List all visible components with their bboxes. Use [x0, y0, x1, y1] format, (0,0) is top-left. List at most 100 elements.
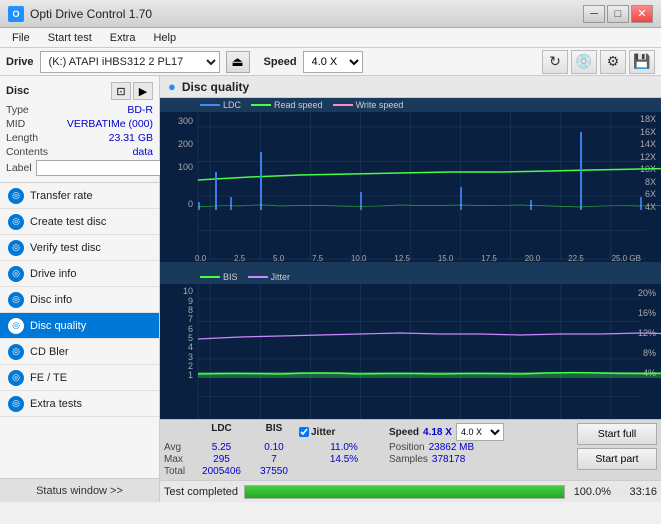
minimize-button[interactable]: ─ [583, 5, 605, 23]
maximize-button[interactable]: □ [607, 5, 629, 23]
col-header-jitter: Jitter [311, 427, 335, 438]
disc-quality-title: Disc quality [182, 80, 249, 94]
disc-button[interactable]: 💿 [571, 50, 597, 74]
nav-icon-create-test-disc: ◎ [8, 214, 24, 230]
status-text: Test completed [164, 486, 238, 498]
progress-percent: 100.0% [571, 486, 611, 498]
save-button[interactable]: 💾 [629, 50, 655, 74]
top-chart-area: 300 200 100 0 18X 16X 14X 12X 10X 8X 6X … [160, 112, 661, 262]
app-icon: O [8, 6, 24, 22]
legend-jitter-color [248, 276, 268, 278]
stats-total-row: Total 2005406 37550 [164, 466, 573, 477]
nav-icon-fe-te: ◎ [8, 370, 24, 386]
status-window-button[interactable]: Status window >> [0, 478, 159, 502]
nav-icon-cd-bler: ◎ [8, 344, 24, 360]
svg-text:4X: 4X [645, 202, 656, 212]
sidebar: Disc ⊡ ▶ Type BD-R MID VERBATIMe (000) L… [0, 76, 160, 502]
disc-icon-btn-2[interactable]: ▶ [133, 82, 153, 100]
window-controls: ─ □ ✕ [583, 5, 653, 23]
sidebar-item-drive-info[interactable]: ◎ Drive info [0, 261, 159, 287]
sidebar-item-disc-info[interactable]: ◎ Disc info [0, 287, 159, 313]
nav-label-extra-tests: Extra tests [30, 398, 82, 410]
drive-label: Drive [6, 56, 34, 68]
sidebar-nav: ◎ Transfer rate ◎ Create test disc ◎ Ver… [0, 183, 159, 478]
stats-max-label: Max [164, 454, 194, 465]
nav-label-disc-quality: Disc quality [30, 320, 86, 332]
drive-select[interactable]: (K:) ATAPI iHBS312 2 PL17 [40, 51, 220, 73]
sidebar-item-disc-quality[interactable]: ◎ Disc quality [0, 313, 159, 339]
settings-button[interactable]: ⚙ [600, 50, 626, 74]
sidebar-item-extra-tests[interactable]: ◎ Extra tests [0, 391, 159, 417]
svg-text:4: 4 [188, 342, 193, 352]
stats-avg-row: Avg 5.25 0.10 11.0% Position 23862 MB [164, 442, 573, 453]
disc-quality-header: ● Disc quality [160, 76, 661, 98]
menu-start-test[interactable]: Start test [40, 31, 100, 45]
legend-jitter: Jitter [248, 272, 291, 282]
top-chart-legend: LDC Read speed Write speed [160, 98, 661, 112]
menu-extra[interactable]: Extra [102, 31, 144, 45]
disc-label-input[interactable] [36, 160, 174, 176]
eject-button[interactable]: ⏏ [226, 51, 250, 73]
nav-icon-disc-quality: ◎ [8, 318, 24, 334]
menu-file[interactable]: File [4, 31, 38, 45]
nav-label-cd-bler: CD Bler [30, 346, 69, 358]
disc-mid-label: MID [6, 118, 25, 130]
action-buttons: Start full Start part [577, 423, 657, 470]
nav-label-verify-test-disc: Verify test disc [30, 242, 101, 254]
disc-mid-row: MID VERBATIMe (000) [6, 118, 153, 130]
nav-icon-verify-test-disc: ◎ [8, 240, 24, 256]
bottom-chart-area: 10 9 8 7 6 5 4 3 2 1 20% 16% 12% 8% 4% [160, 284, 661, 419]
disc-icon-btn-1[interactable]: ⊡ [111, 82, 131, 100]
svg-text:12X: 12X [640, 152, 656, 162]
stats-avg-jitter: 11.0% [299, 442, 389, 453]
nav-icon-drive-info: ◎ [8, 266, 24, 282]
stats-max-bis: 7 [249, 454, 299, 465]
disc-type-value: BD-R [127, 104, 153, 116]
svg-text:8%: 8% [643, 348, 656, 358]
titlebar: O Opti Drive Control 1.70 ─ □ ✕ [0, 0, 661, 28]
col-header-ldc: LDC [194, 423, 249, 441]
svg-text:100: 100 [178, 162, 193, 172]
disc-label-row: Label ⚙ [6, 160, 153, 176]
speed-select[interactable]: 4.0 X 8.0 X Max [303, 51, 363, 73]
jitter-checkbox-area: Jitter [299, 423, 389, 441]
svg-text:8X: 8X [645, 177, 656, 187]
legend-read-speed: Read speed [251, 100, 323, 110]
speed-select-stat[interactable]: 4.0 X [456, 423, 504, 441]
legend-write-color [333, 104, 353, 106]
sidebar-item-verify-test-disc[interactable]: ◎ Verify test disc [0, 235, 159, 261]
sidebar-item-create-test-disc[interactable]: ◎ Create test disc [0, 209, 159, 235]
refresh-button[interactable]: ↻ [542, 50, 568, 74]
progress-time: 33:16 [617, 486, 657, 498]
top-chart-xlabels: 0.0 2.5 5.0 7.5 10.0 12.5 15.0 17.5 20.0… [195, 254, 641, 263]
drivebar: Drive (K:) ATAPI iHBS312 2 PL17 ⏏ Speed … [0, 48, 661, 76]
stats-total-ldc: 2005406 [194, 466, 249, 477]
disc-contents-label: Contents [6, 146, 48, 158]
disc-label-label: Label [6, 162, 32, 174]
disc-length-label: Length [6, 132, 38, 144]
toolbar-icons: ↻ 💿 ⚙ 💾 [542, 50, 655, 74]
stats-avg-label: Avg [164, 442, 194, 453]
disc-quality-icon: ● [168, 79, 176, 94]
progress-area: Test completed 100.0% 33:16 [160, 480, 661, 502]
legend-bis: BIS [200, 272, 238, 282]
close-button[interactable]: ✕ [631, 5, 653, 23]
stats-total-label: Total [164, 466, 194, 477]
sidebar-item-transfer-rate[interactable]: ◎ Transfer rate [0, 183, 159, 209]
sidebar-item-cd-bler[interactable]: ◎ CD Bler [0, 339, 159, 365]
menu-help[interactable]: Help [145, 31, 184, 45]
legend-bis-color [200, 276, 220, 278]
col-header-speed: Speed [389, 427, 419, 438]
disc-length-row: Length 23.31 GB [6, 132, 153, 144]
jitter-checkbox[interactable] [299, 427, 309, 437]
sidebar-item-fe-te[interactable]: ◎ FE / TE [0, 365, 159, 391]
menubar: File Start test Extra Help [0, 28, 661, 48]
start-full-button[interactable]: Start full [577, 423, 657, 445]
speed-header-area: Speed 4.18 X 4.0 X [389, 423, 504, 441]
stats-panel: LDC BIS Jitter Speed 4.18 X 4.0 X [160, 419, 661, 480]
svg-text:16%: 16% [638, 308, 656, 318]
nav-label-transfer-rate: Transfer rate [30, 190, 93, 202]
nav-icon-extra-tests: ◎ [8, 396, 24, 412]
start-part-button[interactable]: Start part [577, 448, 657, 470]
legend-ldc-color [200, 104, 220, 106]
